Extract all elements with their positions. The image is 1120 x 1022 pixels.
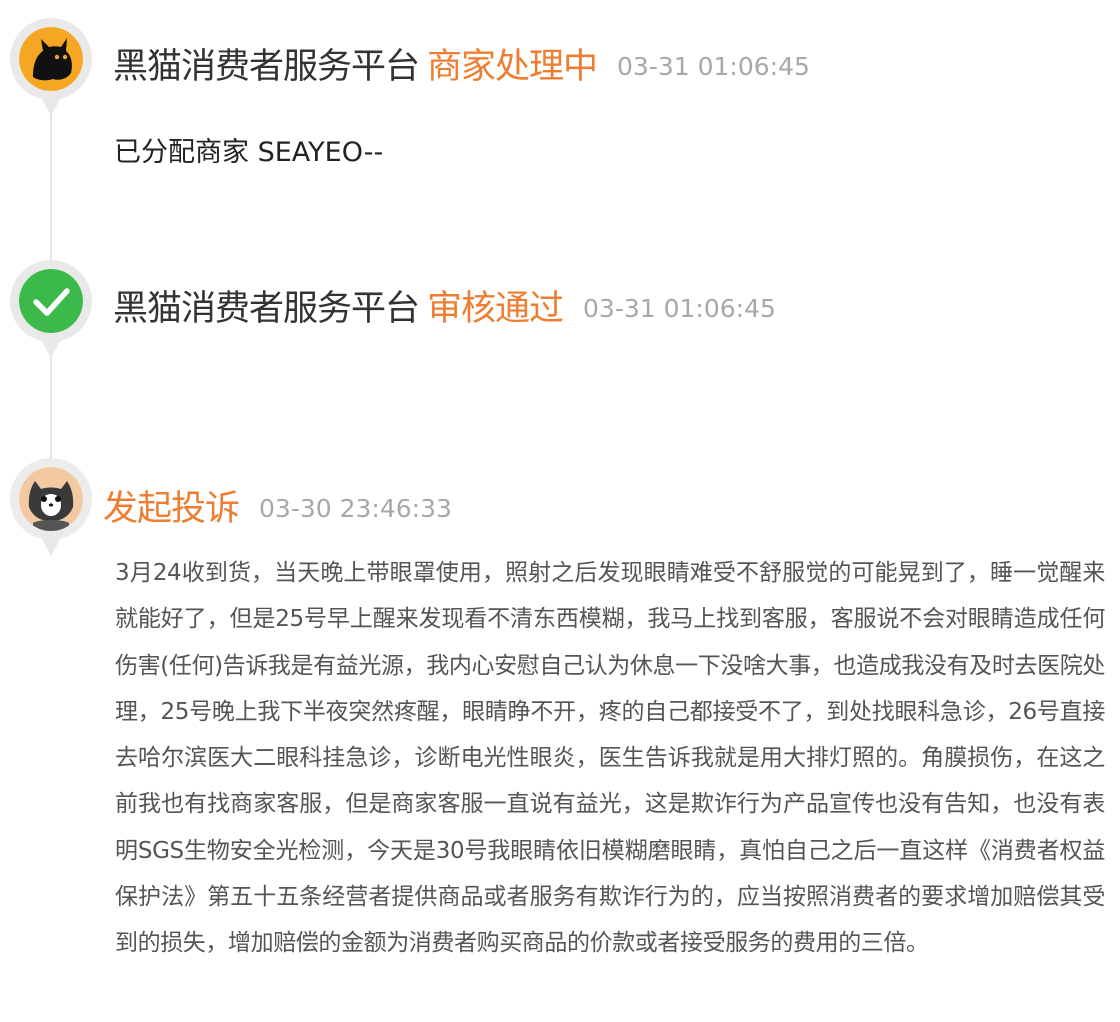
entry-header: 黑猫消费者服务平台 审核通过 03-31 01:06:45 [113, 280, 776, 331]
entry-header: 发起投诉 03-30 23:46:33 [103, 480, 452, 531]
timeline-pin [10, 458, 92, 558]
status-label: 商家处理中 [427, 47, 598, 87]
platform-name: 黑猫消费者服务平台 [113, 47, 420, 87]
platform-name: 黑猫消费者服务平台 [113, 289, 420, 329]
status-label: 审核通过 [427, 289, 564, 329]
complaint-content: 3月24收到货，当天晚上带眼罩使用，照射之后发现眼睛难受不舒服觉的可能晃到了，睡… [115, 560, 1105, 957]
check-circle-icon [19, 269, 83, 333]
timeline-pin [10, 260, 92, 360]
entry-header: 黑猫消费者服务平台 商家处理中 03-31 01:06:45 [113, 38, 810, 89]
entry-detail: 已分配商家 SEAYEO-- [114, 137, 384, 168]
timestamp: 03-31 01:06:45 [617, 52, 810, 81]
status-label: 发起投诉 [103, 489, 240, 529]
timestamp: 03-30 23:46:33 [259, 494, 452, 523]
timeline-pin [10, 18, 92, 118]
cat-user-avatar-icon [19, 467, 83, 531]
black-cat-logo-icon [19, 27, 83, 91]
timestamp: 03-31 01:06:45 [583, 294, 776, 323]
